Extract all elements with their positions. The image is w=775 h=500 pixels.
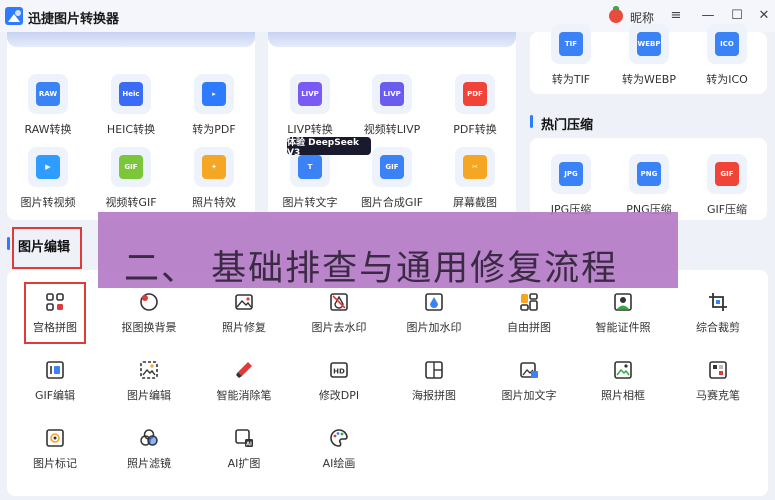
tool-raw-convert[interactable]: RAW RAW转换	[8, 74, 88, 137]
tool-to-tif[interactable]: TIF 转为TIF	[531, 24, 611, 87]
tool-poster-collage[interactable]: 海报拼图	[389, 358, 479, 403]
banner-image[interactable]	[268, 32, 516, 47]
tool-to-pdf[interactable]: ▸ 转为PDF	[174, 74, 254, 137]
overlay-heading: 二、 基础排查与通用修复流程	[124, 249, 619, 289]
tool-cutout-background[interactable]: 抠图换背景	[104, 290, 194, 335]
sparkle-icon: ✦	[194, 147, 234, 187]
scissors-icon: ✂	[455, 147, 495, 187]
gif-edit-icon	[43, 358, 67, 382]
filter-icon	[137, 426, 161, 450]
app-title: 迅捷图片转换器	[28, 12, 120, 27]
image-repair-icon	[232, 290, 256, 314]
gif-icon: GIF	[111, 147, 151, 187]
deepseek-promo-badge[interactable]: 体验 DeepSeek V3	[287, 137, 371, 158]
ai-expand-icon: AI	[232, 426, 256, 450]
tool-video-to-gif[interactable]: GIF 视频转GIF	[91, 147, 171, 210]
poster-icon	[422, 358, 446, 382]
tool-ai-expand[interactable]: AI AI扩图	[199, 426, 289, 471]
tool-video-to-livp[interactable]: LIVP 视频转LIVP	[352, 74, 432, 137]
tool-jpg-compress[interactable]: JPG JPG压缩	[531, 154, 611, 217]
text-image-icon	[517, 358, 541, 382]
banner-image[interactable]	[7, 32, 255, 47]
jpg-file-icon: JPG	[551, 154, 591, 194]
svg-text:AI: AI	[246, 441, 252, 447]
avatar[interactable]	[609, 6, 623, 23]
watermark-remove-icon	[327, 290, 351, 314]
mosaic-icon	[706, 358, 730, 382]
tool-livp-convert[interactable]: LIVP LIVP转换	[270, 74, 350, 137]
tool-add-text[interactable]: 图片加文字	[484, 358, 574, 403]
tool-crop[interactable]: 综合裁剪	[673, 290, 763, 335]
tool-to-webp[interactable]: WEBP 转为WEBP	[609, 24, 689, 87]
ico-file-icon: ICO	[707, 24, 747, 64]
tool-gif-compress[interactable]: GIF GIF压缩	[687, 154, 767, 217]
section-title-compress: 热门压缩	[541, 118, 594, 133]
tool-photo-filter[interactable]: 照片滤镜	[104, 426, 194, 471]
tool-photo-effects[interactable]: ✦ 照片特效	[174, 147, 254, 210]
watermark-add-icon	[422, 290, 446, 314]
highlight-box-tool	[24, 282, 86, 344]
raw-file-icon: RAW	[28, 74, 68, 114]
app-logo-icon	[5, 7, 23, 25]
pdf-convert-icon: ▸	[194, 74, 234, 114]
cutout-icon	[137, 290, 161, 314]
tool-gif-edit[interactable]: GIF编辑	[10, 358, 100, 403]
tool-image-mark[interactable]: 图片标记	[10, 426, 100, 471]
tool-to-ico[interactable]: ICO 转为ICO	[687, 24, 767, 87]
hd-icon: HD	[327, 358, 351, 382]
tool-heic-convert[interactable]: Heic HEIC转换	[91, 74, 171, 137]
clapper-icon: LIVP	[372, 74, 412, 114]
tool-image-edit[interactable]: 图片编辑	[104, 358, 194, 403]
tool-image-to-video[interactable]: ▶ 图片转视频	[8, 147, 88, 210]
tool-photo-repair[interactable]: 照片修复	[199, 290, 289, 335]
livp-file-icon: LIVP	[290, 74, 330, 114]
video-icon: ▶	[28, 147, 68, 187]
tool-smart-eraser[interactable]: 智能消除笔	[199, 358, 289, 403]
tool-add-watermark[interactable]: 图片加水印	[389, 290, 479, 335]
tool-ai-painting[interactable]: AI绘画	[294, 426, 384, 471]
tool-id-photo[interactable]: 智能证件照	[578, 290, 668, 335]
tool-remove-watermark[interactable]: 图片去水印	[294, 290, 384, 335]
image-edit-icon	[137, 358, 161, 382]
webp-file-icon: WEBP	[629, 24, 669, 64]
maximize-icon[interactable]: ☐	[729, 8, 745, 24]
tool-png-compress[interactable]: PNG PNG压缩	[609, 154, 689, 217]
gif-compose-icon: GIF	[372, 147, 412, 187]
tool-mosaic-pen[interactable]: 马赛克笔	[673, 358, 763, 403]
palette-icon	[327, 426, 351, 450]
id-photo-icon	[611, 290, 635, 314]
minimize-icon[interactable]: —	[700, 8, 716, 24]
target-icon	[43, 426, 67, 450]
tool-screenshot[interactable]: ✂ 屏幕截图	[435, 147, 515, 210]
crop-icon	[706, 290, 730, 314]
tool-photo-frame[interactable]: 照片相框	[578, 358, 668, 403]
tool-free-collage[interactable]: 自由拼图	[484, 290, 574, 335]
svg-text:HD: HD	[333, 368, 345, 376]
eraser-pen-icon	[232, 358, 256, 382]
free-collage-icon	[517, 290, 541, 314]
frame-icon	[611, 358, 635, 382]
highlight-box-section	[12, 227, 82, 269]
pdf-file-icon: PDF	[455, 74, 495, 114]
gif-file-icon: GIF	[707, 154, 747, 194]
heic-file-icon: Heic	[111, 74, 151, 114]
tif-file-icon: TIF	[551, 24, 591, 64]
png-file-icon: PNG	[629, 154, 669, 194]
close-icon[interactable]: ✕	[756, 8, 772, 24]
tool-change-dpi[interactable]: HD 修改DPI	[294, 358, 384, 403]
section-accent-bar	[7, 237, 10, 250]
menu-icon[interactable]: ≡	[668, 8, 684, 24]
tool-pdf-convert[interactable]: PDF PDF转换	[435, 74, 515, 137]
section-accent-bar	[530, 115, 533, 128]
